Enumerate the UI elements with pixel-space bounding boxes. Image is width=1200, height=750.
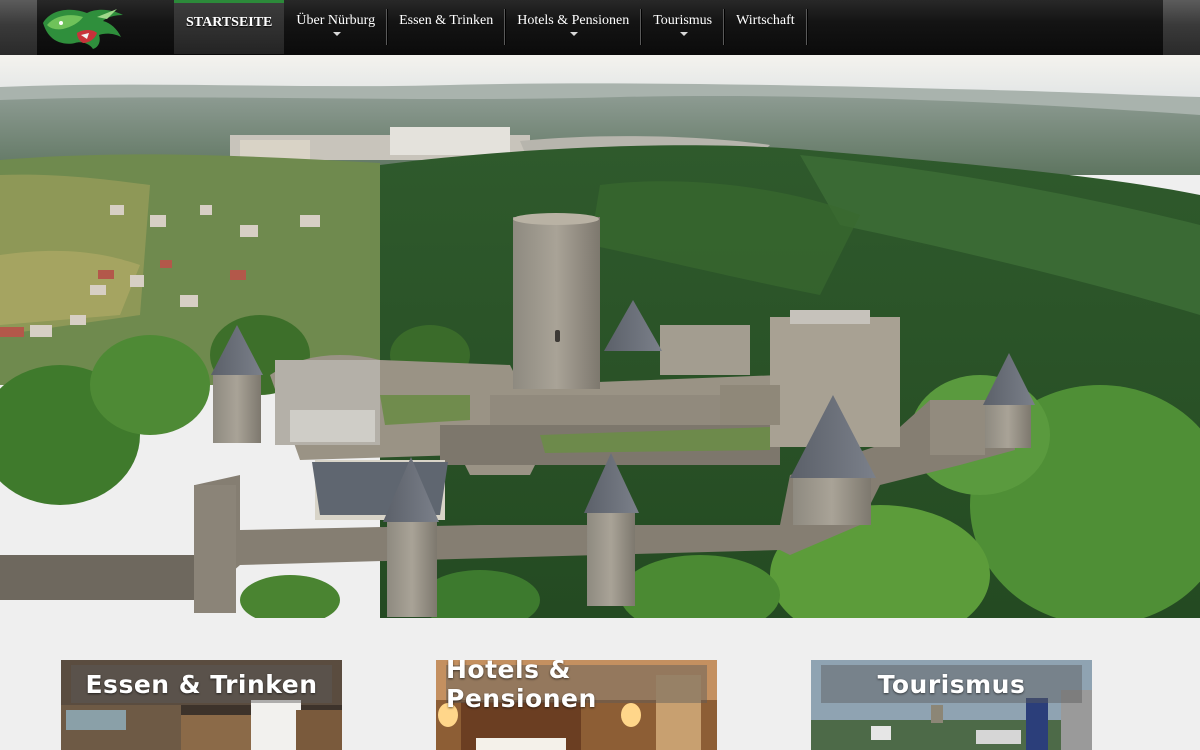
feature-cards: Essen & Trinken Hotels & Pensionen Touri… xyxy=(0,618,1200,750)
card-title: Hotels & Pensionen xyxy=(446,660,707,713)
header-inner: STARTSEITE Über Nürburg Essen & Trinken … xyxy=(37,0,1163,55)
card-title: Tourismus xyxy=(821,665,1082,703)
caret-down-icon xyxy=(332,32,341,36)
nav-item-startseite[interactable]: STARTSEITE xyxy=(174,0,285,54)
hero-image-castle xyxy=(0,55,1200,618)
nav-label: Essen & Trinken xyxy=(399,13,494,28)
card-title: Essen & Trinken xyxy=(71,665,332,703)
nav-label: Wirtschaft xyxy=(736,13,795,28)
card-essen-trinken[interactable]: Essen & Trinken xyxy=(61,660,342,750)
card-tourismus[interactable]: Tourismus xyxy=(811,660,1092,750)
nav-item-essen-trinken[interactable]: Essen & Trinken xyxy=(387,0,506,45)
card-hotels-pensionen[interactable]: Hotels & Pensionen xyxy=(436,660,717,750)
nav-label: Über Nürburg xyxy=(296,13,376,28)
dragon-logo-icon xyxy=(43,9,123,49)
header-bar: STARTSEITE Über Nürburg Essen & Trinken … xyxy=(0,0,1200,55)
nav-item-ueber-nuerburg[interactable]: Über Nürburg xyxy=(284,0,387,45)
nav-item-hotels-pensionen[interactable]: Hotels & Pensionen xyxy=(505,0,642,45)
nav-label: Hotels & Pensionen xyxy=(517,13,630,28)
nav-label: Tourismus xyxy=(653,13,713,28)
site-logo[interactable] xyxy=(37,3,129,51)
nav-item-wirtschaft[interactable]: Wirtschaft xyxy=(724,0,807,45)
caret-down-icon xyxy=(679,32,688,36)
nav-label: STARTSEITE xyxy=(186,15,273,30)
nav-item-tourismus[interactable]: Tourismus xyxy=(641,0,725,45)
main-nav: STARTSEITE Über Nürburg Essen & Trinken … xyxy=(174,0,807,55)
caret-down-icon xyxy=(570,32,579,36)
